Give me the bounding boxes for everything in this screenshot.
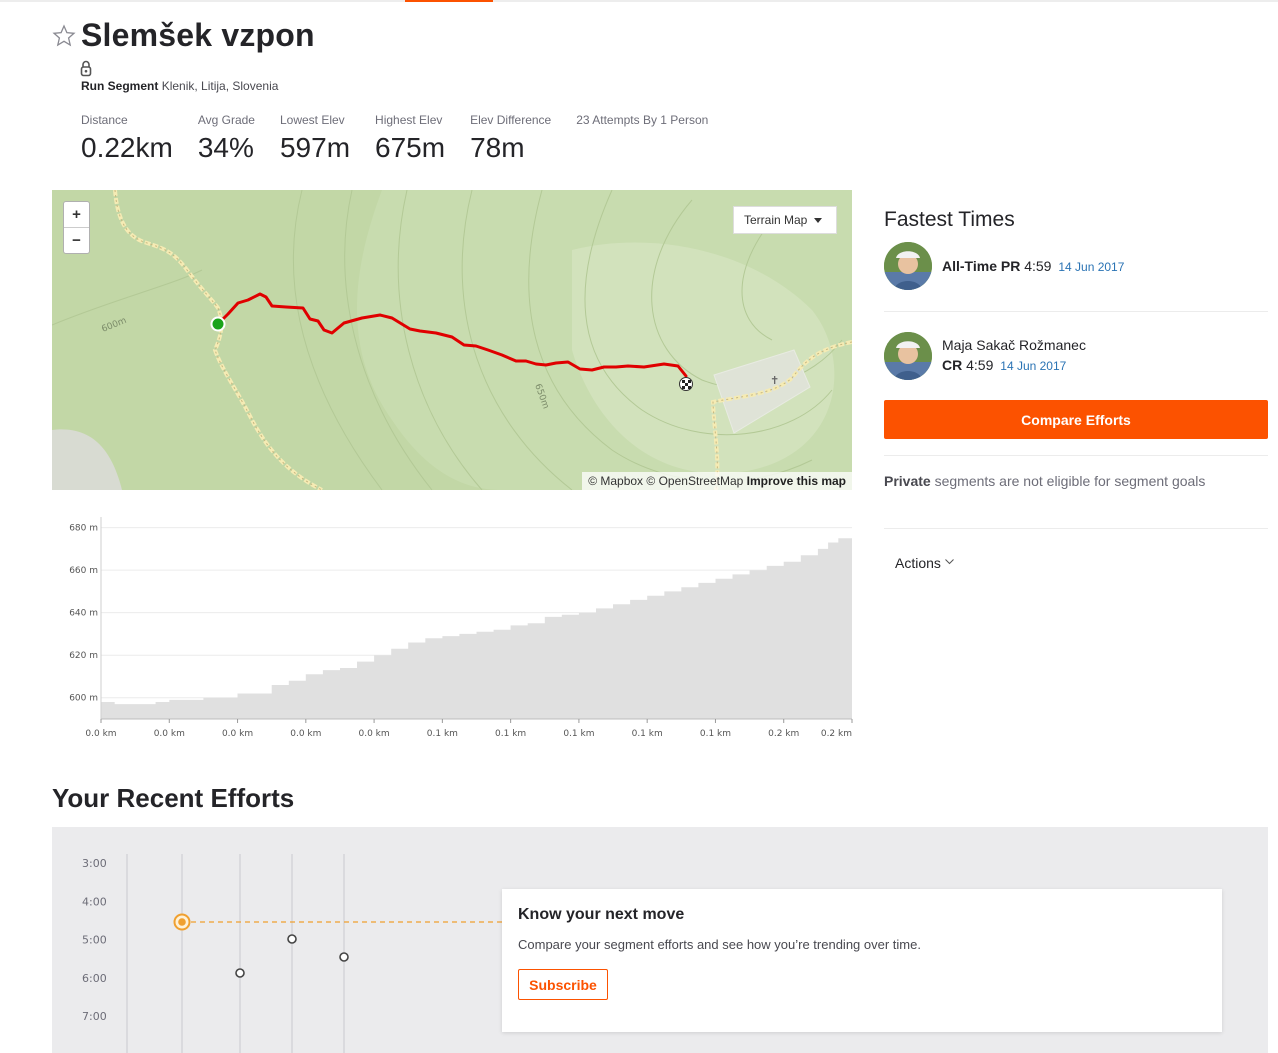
zoom-in-button[interactable]: + xyxy=(64,202,89,228)
stat-label: Highest Elev xyxy=(375,113,443,127)
pr-label: All-Time PR xyxy=(942,258,1021,274)
effort-point[interactable] xyxy=(235,968,245,978)
stat-avg-grade: Avg Grade 34% xyxy=(198,113,255,164)
y-tick-label: 640 m xyxy=(69,609,98,619)
segment-map[interactable]: ✝ 600m 650m + − Terrain Map © Mapbox © O… xyxy=(52,190,852,490)
map-type-dropdown[interactable]: Terrain Map xyxy=(733,206,837,234)
x-tick-label: 0.1 km xyxy=(495,729,526,739)
divider xyxy=(884,455,1268,456)
segment-title: Slemšek vzpon xyxy=(81,17,315,53)
x-tick-label: 0.2 km xyxy=(821,729,852,739)
upsell-text: Compare your segment efforts and see how… xyxy=(518,937,921,952)
y-tick-label: 620 m xyxy=(69,651,98,661)
cr-date-link[interactable]: 14 Jun 2017 xyxy=(1000,359,1066,373)
stat-attempts: 23 Attempts By 1 Person xyxy=(576,113,708,164)
zoom-control: + − xyxy=(63,201,90,254)
divider xyxy=(884,311,1268,312)
top-nav-underline xyxy=(0,0,1278,2)
star-icon[interactable] xyxy=(52,24,76,48)
stat-elev-difference: Elev Difference 78m xyxy=(470,113,551,164)
stat-value: 675m xyxy=(375,132,446,163)
x-tick-label: 0.1 km xyxy=(563,729,594,739)
y-tick-label: 600 m xyxy=(69,694,98,704)
lock-icon xyxy=(80,60,92,77)
effort-y-tick-label: 3:00 xyxy=(82,857,107,870)
avatar[interactable] xyxy=(884,242,932,290)
stat-highest-elev: Highest Elev 675m xyxy=(375,113,445,164)
upsell-title: Know your next move xyxy=(518,906,685,923)
finish-flag-icon xyxy=(679,377,693,391)
subscribe-button[interactable]: Subscribe xyxy=(518,969,608,1000)
chevron-down-icon xyxy=(944,559,954,565)
caret-down-icon xyxy=(814,218,822,223)
compare-efforts-button[interactable]: Compare Efforts xyxy=(884,400,1268,439)
svg-text:✝: ✝ xyxy=(770,374,779,387)
segment-type: Run Segment xyxy=(81,79,159,93)
divider xyxy=(884,528,1268,529)
contour-label: 650m xyxy=(532,383,550,411)
x-tick-label: 0.0 km xyxy=(85,729,116,739)
fastest-times-title: Fastest Times xyxy=(884,208,1015,231)
segment-location: Klenik, Litija, Slovenia xyxy=(161,79,279,93)
elevation-profile-chart[interactable]: 680 m 660 m 640 m 620 m 600 m 0.0 km 0.0 km 0.… xyxy=(52,512,854,747)
course-record: CR 4:59 14 Jun 2017 xyxy=(942,357,1066,373)
effort-point[interactable] xyxy=(287,934,297,944)
pr-date-link[interactable]: 14 Jun 2017 xyxy=(1058,260,1124,274)
stat-value: 0.22km xyxy=(81,132,173,163)
cr-holder-name[interactable]: Maja Sakač Rožmanec xyxy=(942,337,1086,353)
stat-value: 78m xyxy=(470,132,525,163)
stat-label: Avg Grade xyxy=(197,113,255,127)
zoom-out-button[interactable]: − xyxy=(64,228,89,254)
pr-time[interactable]: 4:59 xyxy=(1024,258,1051,274)
stat-value: 34% xyxy=(197,132,254,163)
recent-efforts-title: Your Recent Efforts xyxy=(52,783,295,813)
avatar[interactable] xyxy=(884,332,932,380)
terrain-layer: ✝ 600m 650m xyxy=(52,190,852,490)
x-tick-label: 0.0 km xyxy=(359,729,390,739)
y-tick-label: 660 m xyxy=(69,566,98,576)
effort-y-tick-label: 7:00 xyxy=(82,1010,107,1023)
x-tick-label: 0.1 km xyxy=(427,729,458,739)
x-tick-label: 0.1 km xyxy=(700,729,731,739)
elevation-area xyxy=(101,538,852,719)
stat-distance: Distance 0.22km xyxy=(81,113,173,164)
map-type-label: Terrain Map xyxy=(744,213,808,227)
start-marker xyxy=(210,316,226,332)
x-tick-label: 0.0 km xyxy=(222,729,253,739)
segment-subtitle: Run Segment Klenik, Litija, Slovenia xyxy=(81,79,278,93)
x-tick-label: 0.0 km xyxy=(290,729,321,739)
x-tick-label: 0.1 km xyxy=(632,729,663,739)
cr-label: CR xyxy=(942,357,963,373)
segment-stats: Distance 0.22km Avg Grade 34% Lowest Ele… xyxy=(81,113,733,164)
x-tick-label: 0.2 km xyxy=(768,729,799,739)
improve-map-link[interactable]: Improve this map xyxy=(747,474,846,488)
pr-effort-marker-dot xyxy=(178,918,186,926)
stat-label: Lowest Elev xyxy=(279,113,345,127)
active-tab-indicator xyxy=(405,0,493,2)
effort-y-tick-label: 5:00 xyxy=(82,934,107,947)
recent-efforts-panel: 3:00 4:00 5:00 6:00 7:00 Know your next move… xyxy=(52,827,1268,1053)
mapbox-link[interactable]: © Mapbox xyxy=(588,474,643,488)
x-tick-label: 0.0 km xyxy=(154,729,185,739)
upsell-card: Know your next move Compare your segment… xyxy=(502,889,1222,1032)
stat-lowest-elev: Lowest Elev 597m xyxy=(280,113,350,164)
effort-y-tick-label: 4:00 xyxy=(82,895,107,908)
private-notice: Private segments are not eligible for se… xyxy=(884,473,1205,489)
stat-label: 23 Attempts By 1 Person xyxy=(576,113,709,127)
effort-y-tick-label: 6:00 xyxy=(82,972,107,985)
map-attribution: © Mapbox © OpenStreetMap Improve this ma… xyxy=(582,472,852,490)
cr-time[interactable]: 4:59 xyxy=(966,357,993,373)
y-tick-label: 680 m xyxy=(69,524,98,534)
private-text: segments are not eligible for segment go… xyxy=(930,473,1206,489)
stat-label: Distance xyxy=(81,113,128,127)
stat-label: Elev Difference xyxy=(470,113,552,127)
osm-link[interactable]: © OpenStreetMap xyxy=(646,474,743,488)
effort-point[interactable] xyxy=(339,952,349,962)
private-label: Private xyxy=(884,473,931,489)
actions-dropdown[interactable]: Actions xyxy=(895,555,954,571)
all-time-pr: All-Time PR 4:59 14 Jun 2017 xyxy=(942,258,1124,274)
actions-label: Actions xyxy=(895,555,941,571)
stat-value: 597m xyxy=(279,132,351,163)
